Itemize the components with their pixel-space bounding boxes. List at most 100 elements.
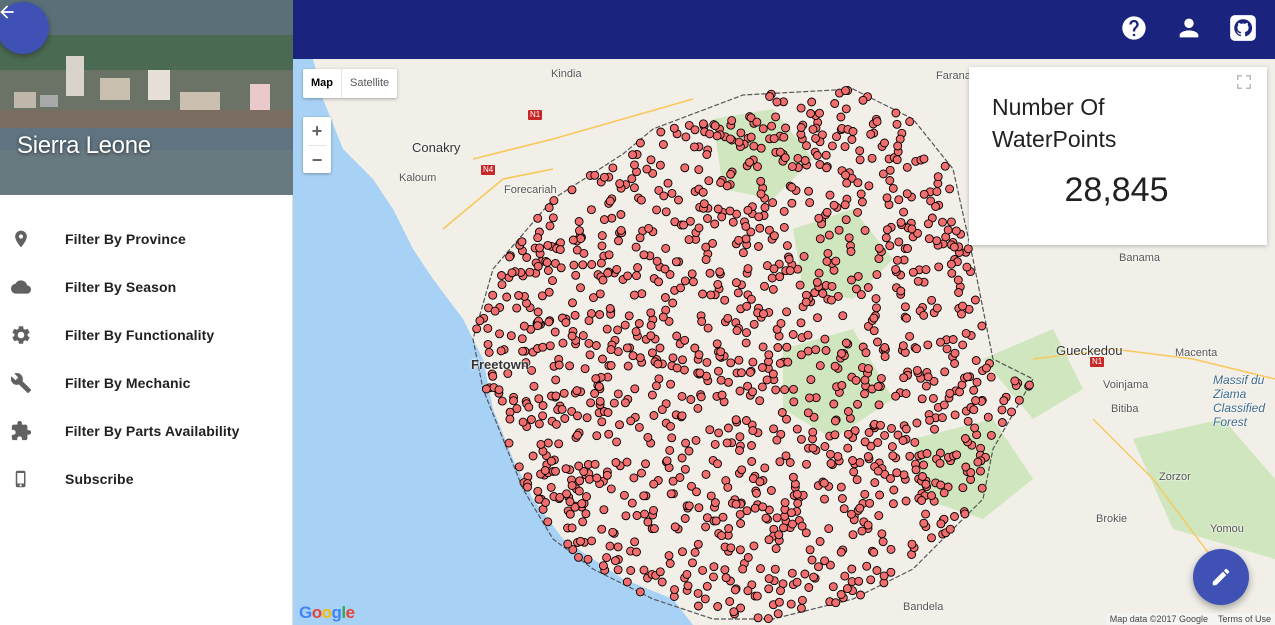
waterpoint-marker[interactable] [533, 486, 543, 496]
waterpoint-marker[interactable] [849, 467, 859, 477]
waterpoint-marker[interactable] [652, 256, 662, 266]
waterpoint-marker[interactable] [590, 389, 600, 398]
waterpoint-marker[interactable] [535, 243, 545, 253]
waterpoint-marker[interactable] [934, 262, 944, 272]
waterpoint-marker[interactable] [717, 212, 727, 222]
waterpoint-marker[interactable] [796, 603, 806, 613]
waterpoint-marker[interactable] [820, 442, 830, 451]
waterpoint-marker[interactable] [905, 331, 915, 341]
waterpoint-marker[interactable] [921, 381, 931, 391]
waterpoint-marker[interactable] [820, 556, 830, 566]
waterpoint-marker[interactable] [760, 281, 769, 291]
waterpoint-marker[interactable] [966, 468, 976, 478]
waterpoint-marker[interactable] [763, 614, 773, 624]
waterpoint-marker[interactable] [815, 108, 824, 118]
waterpoint-marker[interactable] [855, 146, 865, 156]
waterpoint-marker[interactable] [820, 494, 829, 504]
waterpoint-marker[interactable] [808, 124, 818, 134]
waterpoint-marker[interactable] [925, 415, 935, 425]
waterpoint-marker[interactable] [497, 271, 506, 280]
waterpoint-marker[interactable] [674, 195, 683, 205]
waterpoint-marker[interactable] [504, 438, 514, 448]
waterpoint-marker[interactable] [762, 375, 772, 385]
waterpoint-marker[interactable] [743, 553, 753, 562]
waterpoint-marker[interactable] [587, 260, 597, 269]
waterpoint-marker[interactable] [557, 404, 567, 414]
waterpoint-marker[interactable] [1007, 407, 1016, 417]
waterpoint-marker[interactable] [856, 189, 866, 199]
waterpoint-marker[interactable] [986, 430, 996, 440]
waterpoint-marker[interactable] [652, 205, 662, 215]
waterpoint-marker[interactable] [841, 338, 851, 348]
waterpoint-marker[interactable] [544, 317, 554, 327]
waterpoint-marker[interactable] [936, 480, 946, 490]
waterpoint-marker[interactable] [927, 491, 936, 501]
waterpoint-marker[interactable] [923, 219, 933, 229]
waterpoint-marker[interactable] [574, 552, 583, 562]
waterpoint-marker[interactable] [549, 196, 559, 206]
waterpoint-marker[interactable] [595, 289, 605, 299]
waterpoint-marker[interactable] [840, 571, 850, 581]
waterpoint-marker[interactable] [584, 338, 594, 348]
waterpoint-marker[interactable] [712, 131, 722, 141]
waterpoint-marker[interactable] [814, 562, 823, 572]
waterpoint-marker[interactable] [891, 391, 901, 401]
waterpoint-marker[interactable] [899, 470, 909, 480]
waterpoint-marker[interactable] [837, 349, 846, 358]
waterpoint-marker[interactable] [812, 277, 822, 287]
waterpoint-marker[interactable] [764, 350, 774, 360]
waterpoint-marker[interactable] [752, 488, 761, 498]
waterpoint-marker[interactable] [620, 398, 630, 408]
waterpoint-marker[interactable] [822, 207, 832, 217]
waterpoint-marker[interactable] [605, 196, 615, 206]
waterpoint-marker[interactable] [891, 264, 901, 274]
waterpoint-marker[interactable] [907, 224, 917, 234]
waterpoint-marker[interactable] [698, 289, 708, 299]
waterpoint-marker[interactable] [736, 368, 746, 378]
waterpoint-marker[interactable] [958, 301, 968, 311]
waterpoint-marker[interactable] [864, 181, 874, 191]
waterpoint-marker[interactable] [905, 451, 915, 461]
waterpoint-marker[interactable] [824, 230, 834, 240]
waterpoint-marker[interactable] [639, 565, 649, 575]
waterpoint-marker[interactable] [736, 128, 746, 138]
waterpoint-marker[interactable] [963, 372, 972, 382]
menu-item-filter-province[interactable]: Filter By Province [0, 215, 293, 263]
waterpoint-marker[interactable] [945, 184, 955, 194]
waterpoint-marker[interactable] [811, 133, 821, 143]
waterpoint-marker[interactable] [824, 524, 834, 534]
waterpoint-marker[interactable] [797, 595, 807, 605]
waterpoint-marker[interactable] [830, 416, 840, 426]
waterpoint-marker[interactable] [633, 263, 643, 273]
waterpoint-marker[interactable] [699, 199, 709, 209]
waterpoint-marker[interactable] [796, 350, 806, 360]
waterpoint-marker[interactable] [505, 414, 515, 424]
waterpoint-marker[interactable] [950, 410, 960, 420]
waterpoint-marker[interactable] [901, 496, 911, 506]
waterpoint-marker[interactable] [582, 413, 592, 423]
waterpoint-marker[interactable] [573, 430, 582, 440]
waterpoint-marker[interactable] [749, 541, 759, 551]
waterpoint-marker[interactable] [538, 342, 548, 352]
waterpoint-marker[interactable] [686, 395, 696, 404]
waterpoint-marker[interactable] [858, 95, 868, 105]
waterpoint-marker[interactable] [779, 222, 789, 232]
waterpoint-marker[interactable] [1010, 376, 1020, 386]
waterpoint-marker[interactable] [927, 533, 936, 543]
waterpoint-marker[interactable] [554, 439, 564, 449]
waterpoint-marker[interactable] [947, 268, 957, 278]
waterpoint-marker[interactable] [519, 321, 529, 331]
waterpoint-marker[interactable] [741, 221, 751, 231]
waterpoint-marker[interactable] [680, 464, 690, 474]
waterpoint-marker[interactable] [602, 324, 612, 334]
waterpoint-marker[interactable] [782, 414, 791, 424]
waterpoint-marker[interactable] [556, 263, 566, 273]
waterpoint-marker[interactable] [779, 523, 788, 533]
waterpoint-marker[interactable] [574, 486, 584, 496]
waterpoint-marker[interactable] [878, 537, 888, 547]
waterpoint-marker[interactable] [971, 356, 981, 365]
waterpoint-marker[interactable] [832, 132, 841, 142]
waterpoint-marker[interactable] [1014, 395, 1024, 405]
waterpoint-marker[interactable] [602, 553, 612, 563]
edit-fab-button[interactable] [1193, 549, 1249, 605]
